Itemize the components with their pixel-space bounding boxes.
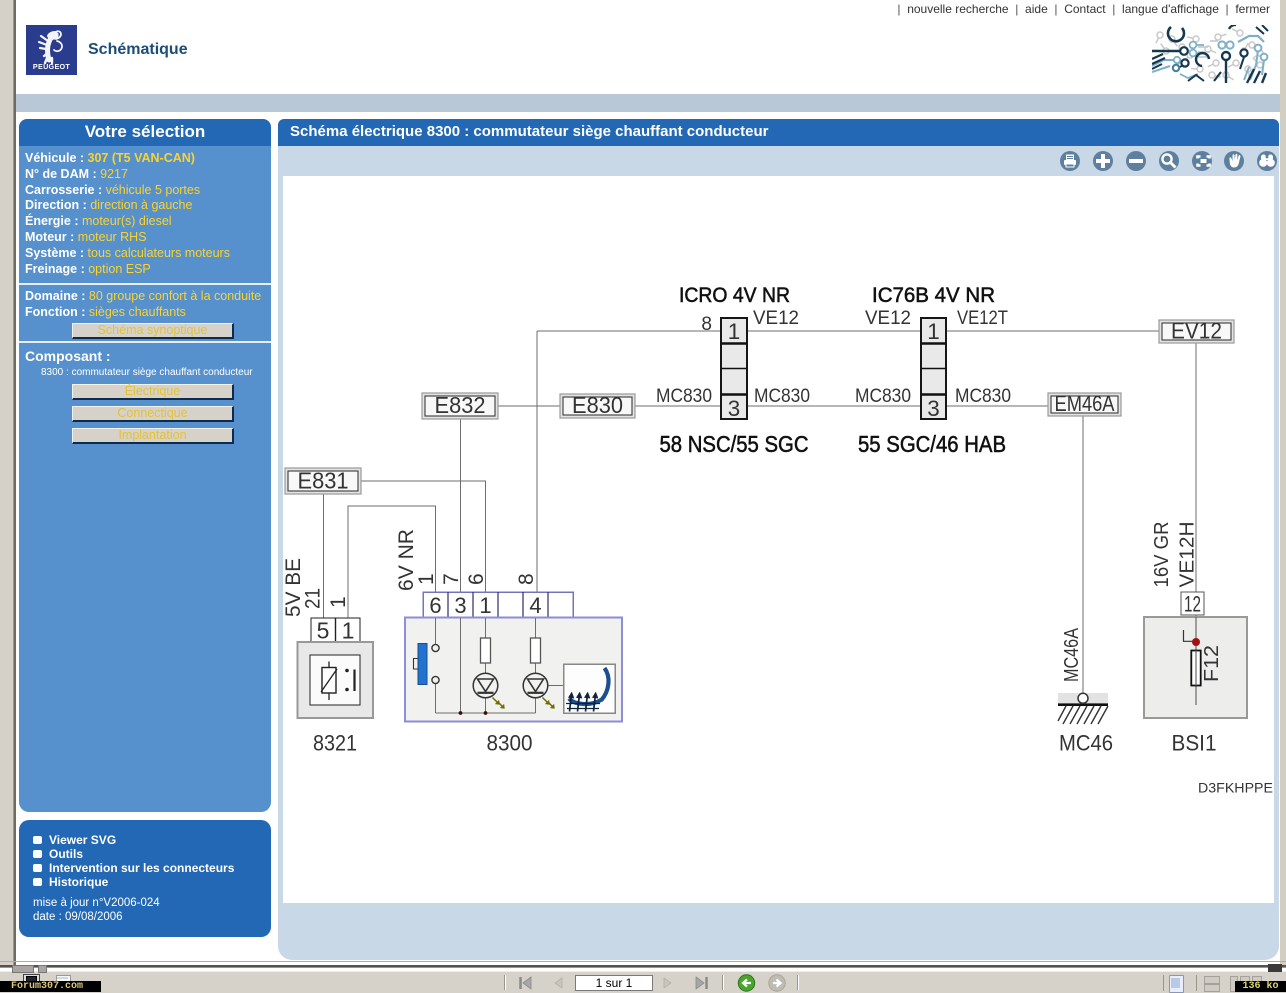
svg-text:6: 6 — [465, 573, 488, 585]
svg-text:E832: E832 — [435, 392, 486, 418]
svg-text:1: 1 — [927, 319, 940, 344]
svg-text:E830: E830 — [572, 392, 623, 418]
svg-text:PEUGEOT: PEUGEOT — [33, 62, 71, 71]
svg-text:VE12H: VE12H — [1177, 522, 1199, 588]
svg-text:6: 6 — [429, 593, 441, 618]
svg-text:D3FKHPPE: D3FKHPPE — [1198, 780, 1273, 796]
svg-text:3: 3 — [927, 396, 940, 421]
svg-text:1: 1 — [415, 573, 438, 585]
svg-text:MC830: MC830 — [754, 386, 810, 407]
svg-text:MC830: MC830 — [955, 386, 1011, 407]
svg-text:MC46: MC46 — [1059, 731, 1113, 756]
svg-text:EV12: EV12 — [1171, 318, 1222, 344]
svg-text:1: 1 — [342, 618, 355, 644]
svg-text:7: 7 — [440, 573, 463, 585]
svg-text:BSI1: BSI1 — [1172, 731, 1217, 756]
svg-text:EM46A: EM46A — [1055, 391, 1115, 416]
svg-text:E831: E831 — [298, 468, 349, 494]
svg-text:58 NSC/55 SGC: 58 NSC/55 SGC — [660, 431, 809, 457]
svg-text:MC46A: MC46A — [1061, 627, 1083, 682]
svg-text:5: 5 — [317, 618, 330, 644]
svg-text:8: 8 — [515, 573, 538, 585]
svg-text:VE12: VE12 — [753, 308, 799, 329]
svg-text:MC830: MC830 — [656, 386, 712, 407]
svg-text:VE12T: VE12T — [957, 308, 1008, 329]
svg-text:1: 1 — [479, 593, 491, 618]
svg-text:21: 21 — [302, 588, 325, 609]
svg-text:VE12: VE12 — [865, 308, 911, 329]
svg-text:ICRO 4V NR: ICRO 4V NR — [679, 284, 790, 307]
svg-text:F12: F12 — [1201, 645, 1223, 682]
svg-text:3: 3 — [454, 593, 466, 618]
svg-text:IC76B 4V NR: IC76B 4V NR — [872, 284, 995, 307]
svg-text:55 SGC/46 HAB: 55 SGC/46 HAB — [858, 431, 1006, 457]
svg-text:1: 1 — [327, 596, 350, 608]
svg-text:1: 1 — [728, 319, 741, 344]
svg-text:8: 8 — [701, 314, 712, 335]
svg-text:1 sur 1: 1 sur 1 — [596, 976, 633, 990]
svg-text:8321: 8321 — [313, 731, 357, 756]
svg-text:12: 12 — [1184, 592, 1201, 617]
svg-text:16V GR: 16V GR — [1151, 522, 1173, 588]
svg-text:8300: 8300 — [487, 731, 533, 756]
svg-text:4: 4 — [529, 593, 541, 618]
svg-text:MC830: MC830 — [855, 386, 911, 407]
svg-text:3: 3 — [728, 396, 741, 421]
